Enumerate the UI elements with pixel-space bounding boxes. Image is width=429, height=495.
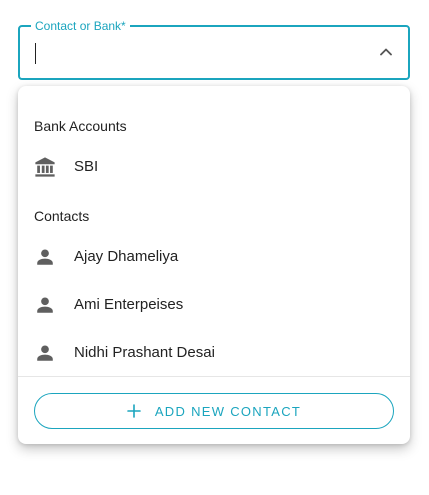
bank-accounts-header: Bank Accounts [34,118,127,134]
add-new-contact-button[interactable]: ADD NEW CONTACT [34,393,394,429]
option-label: Ami Enterpeises [74,296,184,313]
text-caret [35,43,36,64]
autocomplete-dropdown: Bank Accounts SBI Contacts Ajay Dhameliy… [18,86,410,444]
contacts-header: Contacts [34,208,90,224]
option-contact-ajay-dhameliya[interactable]: Ajay Dhameliya [18,235,410,279]
chevron-up-icon[interactable] [378,44,394,60]
contact-or-bank-field[interactable]: Contact or Bank* [18,18,410,80]
plus-icon [127,404,141,418]
menu-divider [18,376,410,377]
option-label: Nidhi Prashant Desai [74,344,215,361]
bank-icon [35,157,55,177]
person-icon [37,297,53,313]
field-label: Contact or Bank* [31,18,130,34]
person-icon [37,345,53,361]
option-label: Ajay Dhameliya [74,248,179,265]
option-label: SBI [74,158,99,175]
person-icon [37,249,53,265]
add-new-contact-label: ADD NEW CONTACT [154,403,302,419]
option-contact-nidhi-prashant-desai[interactable]: Nidhi Prashant Desai [18,331,410,375]
option-bank-sbi[interactable]: SBI [18,145,410,189]
option-contact-ami-enterpeises[interactable]: Ami Enterpeises [18,283,410,327]
